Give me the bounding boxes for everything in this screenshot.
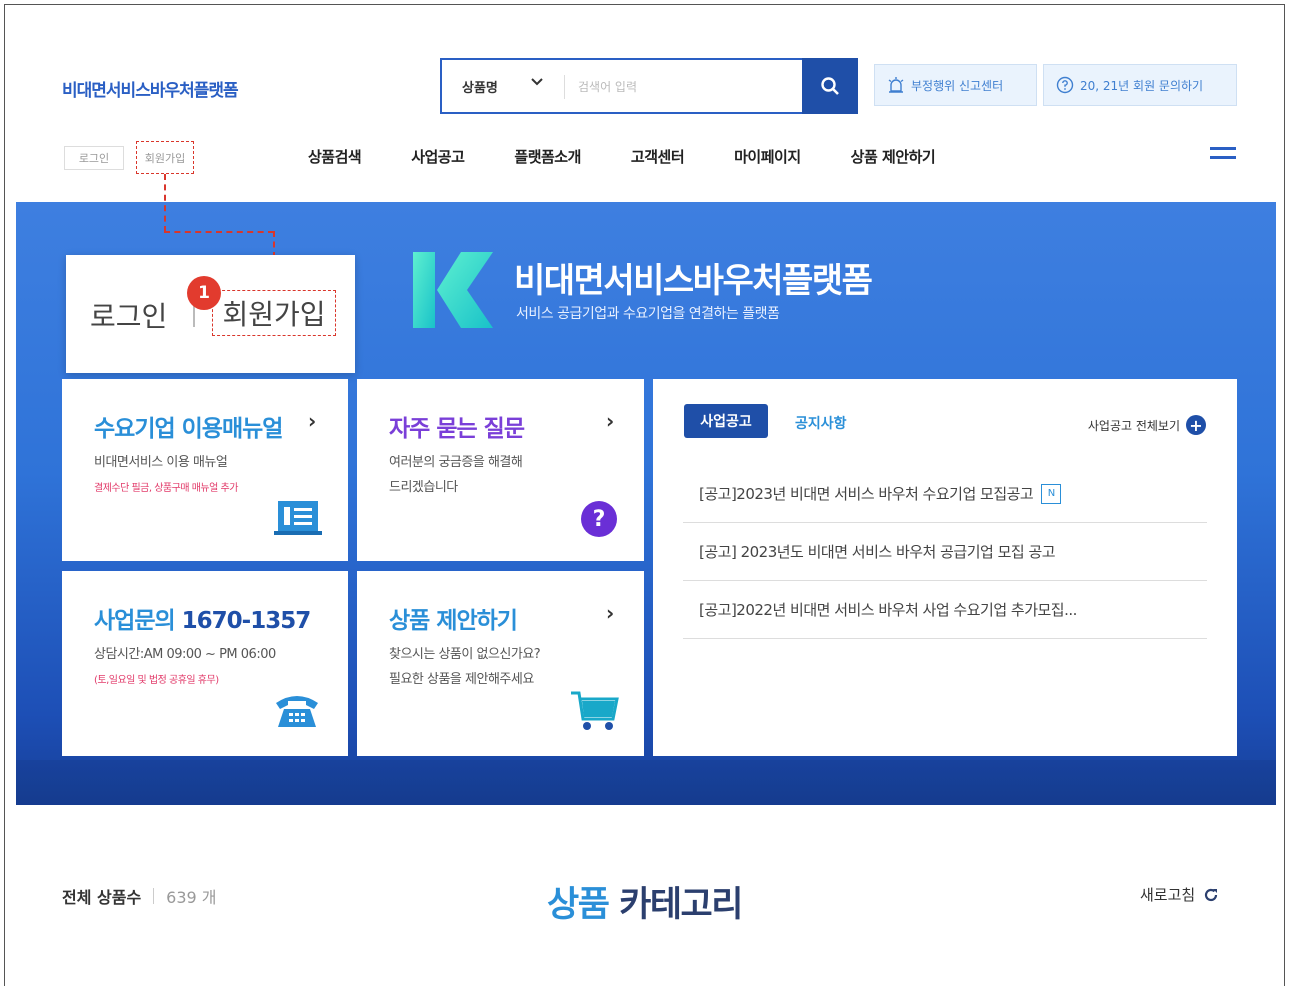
notice-item[interactable]: [공고] 2023년도 비대면 서비스 바우처 공급기업 모집 공고 <box>683 523 1207 581</box>
view-all-link[interactable]: 사업공고 전체보기 + <box>1088 415 1206 435</box>
manual-card-note: 결제수단 필금, 상품구매 매뉴얼 추가 <box>94 483 238 494</box>
chevron-right-icon: › <box>606 409 615 433</box>
notice-item-title: [공고] 2023년도 비대면 서비스 바우처 공급기업 모집 공고 <box>699 543 1056 561</box>
contact-card: 사업문의 1670-1357 상담시간:AM 09:00 ~ PM 06:00 … <box>62 571 348 756</box>
banner-title: 비대면서비스바우처플랫폼 <box>514 261 873 301</box>
manual-card-title: 수요기업 이용매뉴얼 <box>94 416 283 442</box>
nav-item-mypage[interactable]: 마이페이지 <box>734 146 801 167</box>
refresh-icon <box>1205 888 1218 901</box>
cart-icon <box>571 691 619 730</box>
search-divider <box>564 75 565 99</box>
new-badge: N <box>1041 483 1062 504</box>
main-nav: 상품검색 사업공고 플랫폼소개 고객센터 마이페이지 상품 제안하기 <box>308 146 936 167</box>
suggest-card-desc-2: 필요한 상품을 제안해주세요 <box>389 672 534 687</box>
notice-item[interactable]: [공고]2023년 비대면 서비스 바우처 수요기업 모집공고 N <box>683 465 1207 523</box>
chevron-right-icon: › <box>308 409 317 433</box>
notice-item[interactable]: [공고]2022년 비대면 서비스 바우처 사업 수요기업 추가모집... <box>683 581 1207 639</box>
category-title: 상품 카테고리 <box>0 876 1289 927</box>
report-center-button[interactable]: 부정행위 신고센터 <box>874 64 1037 106</box>
telephone-icon <box>276 696 318 727</box>
nav-item-product-suggest[interactable]: 상품 제안하기 <box>851 146 936 167</box>
refresh-label: 새로고침 <box>1140 886 1196 904</box>
question-circle-icon <box>1056 76 1074 94</box>
search-input[interactable] <box>578 73 788 101</box>
contact-note: (토,일요일 및 법정 공휴일 휴무) <box>94 675 219 686</box>
member-inquiry-button[interactable]: 20, 21년 회원 문의하기 <box>1043 64 1237 106</box>
annotation-line-horizontal <box>164 231 274 233</box>
search-button[interactable] <box>802 58 858 114</box>
question-icon: ? <box>581 501 617 537</box>
suggest-card-desc-1: 찾으시는 상품이 없으신가요? <box>389 647 541 662</box>
faq-card-desc-2: 드리겠습니다 <box>389 480 458 495</box>
login-divider <box>193 305 195 327</box>
chevron-right-icon: › <box>606 601 615 625</box>
chevron-down-icon[interactable] <box>530 75 544 93</box>
step-badge: 1 <box>187 276 221 310</box>
faq-card-desc-1: 여러분의 궁금증을 해결해 <box>389 455 523 470</box>
manual-book-icon <box>274 501 322 535</box>
view-all-label: 사업공고 전체보기 <box>1087 418 1180 433</box>
banner-bottom-shade <box>16 760 1276 805</box>
site-logo[interactable]: 비대면서비스바우처플랫폼 <box>62 76 239 101</box>
annotation-line-vertical-1 <box>164 174 166 232</box>
notice-item-title: [공고]2023년 비대면 서비스 바우처 수요기업 모집공고 <box>699 485 1034 503</box>
refresh-button[interactable]: 새로고침 <box>1140 884 1219 905</box>
search-icon <box>821 77 839 95</box>
notice-panel: 사업공고 공지사항 사업공고 전체보기 + [공고]2023년 비대면 서비스 … <box>653 379 1237 756</box>
tab-business-notice[interactable]: 사업공고 <box>684 404 768 438</box>
menu-icon[interactable] <box>1210 147 1236 165</box>
banner-subtitle: 서비스 공급기업과 수요기업을 연결하는 플랫폼 <box>516 306 780 322</box>
nav-item-platform-intro[interactable]: 플랫폼소개 <box>514 146 581 167</box>
contact-phone: 1670-1357 <box>181 608 312 634</box>
tab-announcements[interactable]: 공지사항 <box>795 413 847 433</box>
search-bar: 상품명 <box>440 58 858 114</box>
nav-item-customer-center[interactable]: 고객센터 <box>631 146 685 167</box>
banner-login-link[interactable]: 로그인 <box>90 295 167 335</box>
member-inquiry-label: 20, 21년 회원 문의하기 <box>1080 78 1204 93</box>
faq-card-title: 자주 묻는 질문 <box>389 416 525 442</box>
manual-card-desc: 비대면서비스 이용 매뉴얼 <box>94 455 228 470</box>
faq-card[interactable]: 자주 묻는 질문 › 여러분의 궁금증을 해결해 드리겠습니다 ? <box>357 379 644 561</box>
nav-item-product-search[interactable]: 상품검색 <box>308 146 362 167</box>
suggest-card-title: 상품 제안하기 <box>389 608 518 634</box>
banner-signup-link[interactable]: 회원가입 <box>212 290 336 336</box>
notice-item-title: [공고]2022년 비대면 서비스 바우처 사업 수요기업 추가모집... <box>699 601 1077 619</box>
plus-circle-icon: + <box>1186 415 1206 435</box>
k-logo-icon <box>413 252 493 328</box>
category-title-part1: 상품 <box>547 885 610 925</box>
suggest-card[interactable]: 상품 제안하기 › 찾으시는 상품이 없으신가요? 필요한 상품을 제안해주세요 <box>357 571 644 756</box>
login-signup-box: 로그인 회원가입 <box>66 255 355 373</box>
category-title-part2: 카테고리 <box>619 885 743 925</box>
contact-hours: 상담시간:AM 09:00 ~ PM 06:00 <box>94 647 276 662</box>
search-category-select[interactable]: 상품명 <box>462 77 498 96</box>
contact-card-title: 사업문의 1670-1357 <box>94 601 312 635</box>
login-link[interactable]: 로그인 <box>64 146 124 170</box>
siren-icon <box>888 77 904 93</box>
nav-item-business-notice[interactable]: 사업공고 <box>411 146 465 167</box>
signup-link[interactable]: 회원가입 <box>136 141 194 174</box>
manual-card[interactable]: 수요기업 이용매뉴얼 › 비대면서비스 이용 매뉴얼 결제수단 필금, 상품구매… <box>62 379 348 561</box>
contact-title-label: 사업문의 <box>94 608 176 634</box>
report-center-label: 부정행위 신고센터 <box>911 78 1004 93</box>
